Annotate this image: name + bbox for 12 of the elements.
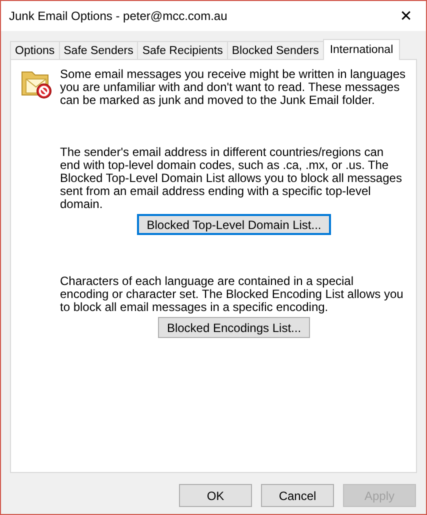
- tab[interactable]: International: [322, 39, 400, 60]
- tab[interactable]: Options: [10, 41, 60, 59]
- list-button[interactable]: Blocked Encodings List...: [158, 317, 310, 338]
- intro-text: Some email messages you receive might be written in languages you are unfamiliar with and don't want to read. These messages can be marked as junk and moved to the Junk Email folder.: [60, 68, 407, 107]
- description-text: The sender's email address in different countries/regions can end with top-level domain codes, such as .ca, .mx, or .us. The Blocked Top-Level Domain List allows you to block all messages sent from an email address ending with a specific top-level domain.: [60, 146, 403, 211]
- dialog-button[interactable]: Cancel: [261, 484, 334, 507]
- window-title: Junk Email Options - peter@mcc.com.au: [9, 9, 228, 23]
- list-button[interactable]: Blocked Top-Level Domain List...: [136, 214, 332, 235]
- description-text: Characters of each language are contained in a special encoding or character set. The Blocked Encoding List allows you to block all email messages in a specific encoding.: [60, 275, 404, 314]
- dialog-button[interactable]: OK: [179, 484, 252, 507]
- close-button[interactable]: ✕: [386, 1, 426, 31]
- tab[interactable]: Safe Recipients: [137, 41, 228, 59]
